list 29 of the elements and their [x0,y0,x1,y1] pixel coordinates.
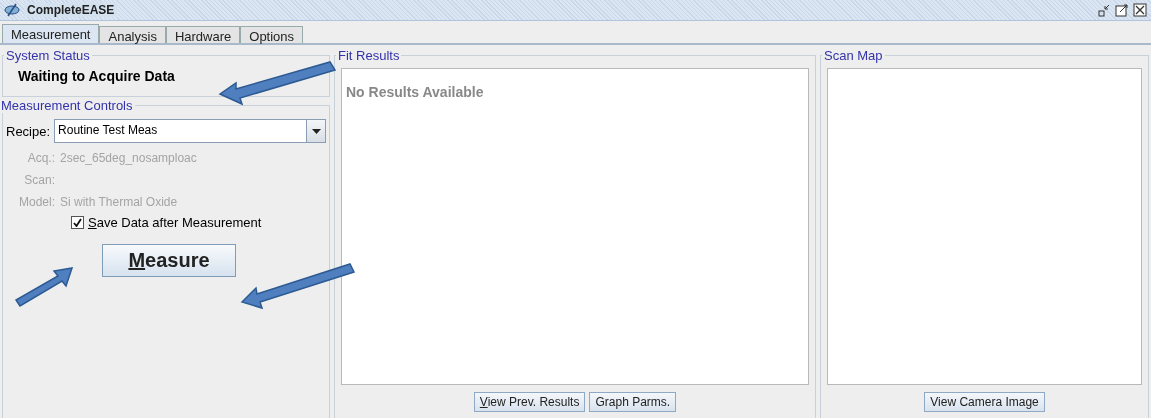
app-logo-icon [4,3,20,17]
field-label: Acq.: [26,151,55,165]
checkbox[interactable] [71,216,84,229]
recipe-dropdown[interactable]: Routine Test Meas [54,119,326,143]
action-button[interactable]: View Prev. Results [473,392,586,412]
field-value: Si with Thermal Oxide [60,195,178,209]
action-button[interactable]: Graph Parms. [589,392,677,412]
annotation-arrow [14,267,74,307]
maximize-icon[interactable] [1115,3,1129,17]
tab[interactable]: Hardware [165,26,241,43]
group-title: Measurement Controls [0,98,134,113]
caret-icon [311,128,321,134]
checkbox-label[interactable]: Save Data after Measurement [88,215,262,230]
tab[interactable]: Analysis [99,26,166,43]
tab[interactable]: Options [240,26,304,43]
field-label: Model: [17,195,55,209]
action-button[interactable]: View Camera Image [924,392,1045,412]
field-label: Recipe: [6,123,51,139]
empty-message: No Results Available [345,83,485,102]
status-message: Waiting to Acquire Data [17,67,176,86]
minimize-icon[interactable] [1097,3,1111,17]
close-icon[interactable] [1133,3,1147,17]
group-title: Fit Results [337,48,401,63]
measure-button[interactable]: Measure [102,244,236,277]
tab[interactable]: Measurement [2,24,100,43]
group-title: System Status [5,48,91,63]
window-title: CompleteEASE [24,3,118,17]
group-title: Scan Map [823,48,884,63]
field-label: Scan: [23,173,55,187]
